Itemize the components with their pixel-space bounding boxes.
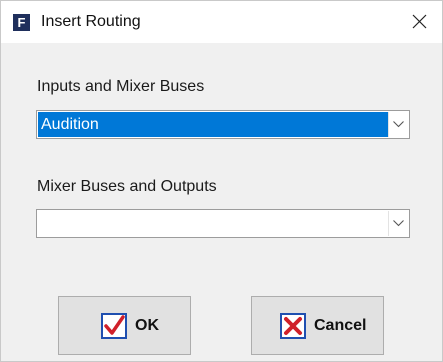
outputs-combobox[interactable] — [36, 209, 410, 238]
chevron-down-icon — [393, 121, 404, 128]
title-bar: F Insert Routing — [1, 1, 442, 43]
app-logo-icon: F — [13, 14, 30, 31]
outputs-selected-value[interactable] — [38, 211, 388, 236]
x-mark-icon — [280, 313, 306, 339]
inputs-combobox[interactable]: Audition — [36, 110, 410, 139]
chevron-down-icon — [393, 220, 404, 227]
cancel-label: Cancel — [314, 317, 367, 334]
inputs-selected-value[interactable]: Audition — [38, 112, 388, 137]
outputs-dropdown-button[interactable] — [388, 211, 408, 236]
outputs-label: Mixer Buses and Outputs — [37, 178, 217, 195]
close-icon — [412, 14, 427, 29]
close-button[interactable] — [396, 1, 442, 43]
cancel-button[interactable]: Cancel — [251, 296, 384, 355]
window-title: Insert Routing — [41, 13, 141, 30]
insert-routing-dialog: F Insert Routing Inputs and Mixer Buses … — [0, 0, 443, 362]
inputs-label: Inputs and Mixer Buses — [37, 78, 205, 95]
ok-label: OK — [135, 317, 159, 334]
inputs-dropdown-button[interactable] — [388, 112, 408, 137]
ok-button[interactable]: OK — [58, 296, 191, 355]
checkmark-icon — [101, 313, 127, 339]
